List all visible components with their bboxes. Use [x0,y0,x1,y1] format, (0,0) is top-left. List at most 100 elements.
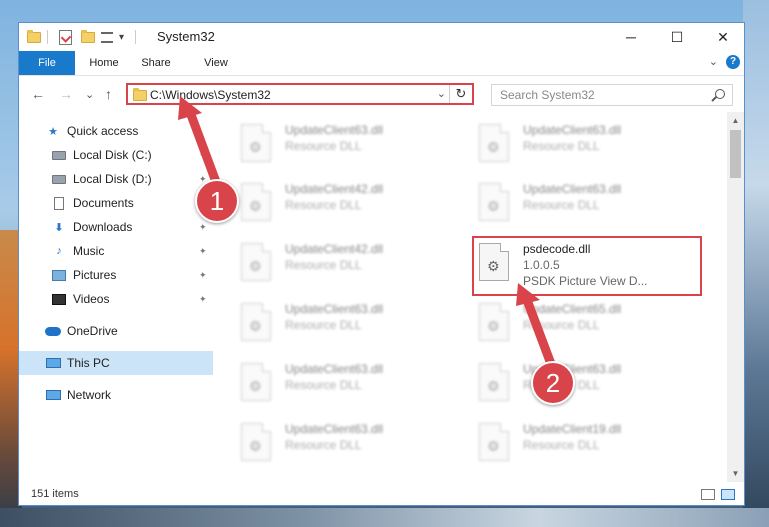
callout-2: 2 [531,361,575,405]
ribbon-expand-icon[interactable]: ⌄ [709,55,718,68]
sidebar-item-network[interactable]: Network [19,383,213,407]
recent-locations-button[interactable]: ⌄ [85,88,94,101]
search-input[interactable]: Search System32 [491,84,733,106]
scrollbar-thumb[interactable] [730,130,741,178]
sidebar-item-onedrive[interactable]: OneDrive [19,319,213,343]
navigation-pane: ★ Quick access Local Disk (C:) ✦ Local D… [19,112,213,482]
sidebar-item-downloads[interactable]: ⬇ Downloads ✦ [19,215,213,239]
music-icon: ♪ [56,245,62,257]
star-icon: ★ [48,125,58,138]
dll-file-icon: ⚙ [241,124,271,162]
file-item[interactable]: ⚙ UpdateClient63.dll Resource DLL [215,419,435,469]
sidebar-item-local-disk-d[interactable]: Local Disk (D:) ✦ [19,167,213,191]
pictures-icon [51,268,67,282]
document-icon [51,196,67,210]
sidebar-item-local-disk-c[interactable]: Local Disk (C:) ✦ [19,143,213,167]
sidebar-item-label: Downloads [73,220,133,234]
network-icon [45,388,61,402]
highlight-box [472,236,702,296]
file-name: UpdateClient63.dll [523,182,622,196]
properties-icon[interactable] [59,29,72,45]
file-item[interactable]: ⚙ UpdateClient19.dll Resource DLL [453,419,673,469]
sidebar-item-label: OneDrive [67,324,118,338]
dll-file-icon: ⚙ [241,183,271,221]
videos-icon [51,292,67,306]
tab-file[interactable]: File [19,51,75,75]
folder-icon [27,29,41,45]
file-item[interactable]: ⚙ UpdateClient63.dll Resource DLL [453,120,673,170]
file-name: UpdateClient65.dll [523,302,622,316]
sidebar-item-documents[interactable]: Documents ✦ [19,191,213,215]
tab-home[interactable]: Home [81,51,127,75]
sidebar-item-label: Videos [73,292,110,306]
minimize-button[interactable]: ─ [608,23,654,51]
file-type: Resource DLL [523,139,600,153]
tab-share[interactable]: Share [133,51,179,75]
download-icon: ⬇ [54,221,64,234]
status-bar: 151 items [19,483,744,505]
dll-file-icon: ⚙ [479,423,509,461]
up-button[interactable]: ↑ [105,86,112,102]
dll-file-icon: ⚙ [479,124,509,162]
file-item[interactable]: ⚙ UpdateClient42.dll Resource DLL [215,239,435,289]
sidebar-item-videos[interactable]: Videos ✦ [19,287,213,311]
file-type: Resource DLL [285,198,362,212]
file-item[interactable]: ⚙ UpdateClient65.dll Resource DLL [453,299,673,349]
pin-icon[interactable]: ✦ [199,150,207,161]
back-button[interactable]: ← [31,86,45,102]
details-view-icon[interactable] [701,489,715,500]
help-icon[interactable]: ? [726,55,740,69]
scroll-down-icon[interactable]: ▼ [727,465,744,482]
scroll-up-icon[interactable]: ▲ [727,112,744,129]
disk-icon [51,172,67,186]
refresh-button[interactable]: ↻ [449,85,472,103]
maximize-button[interactable]: ☐ [654,23,700,51]
large-icons-view-icon[interactable] [721,489,735,500]
sidebar-item-label: Local Disk (D:) [73,172,152,186]
forward-button[interactable]: → [59,86,73,102]
file-item[interactable]: ⚙ UpdateClient63.dll Resource DLL [453,179,673,229]
search-placeholder: Search System32 [500,88,595,102]
pin-icon[interactable]: ✦ [199,270,207,281]
customize-icon[interactable] [101,29,113,45]
vertical-scrollbar[interactable]: ▲ ▼ [727,112,744,482]
sidebar-item-pictures[interactable]: Pictures ✦ [19,263,213,287]
address-path[interactable]: C:\Windows\System32 [150,88,271,102]
file-name: UpdateClient42.dll [285,182,384,196]
file-item[interactable]: ⚙ UpdateClient63.dll Resource DLL [215,120,435,170]
qa-dropdown-icon[interactable]: ▾ [119,29,124,45]
sidebar-item-label: Documents [73,196,134,210]
file-name: UpdateClient63.dll [285,123,384,137]
sidebar-item-label: Network [67,388,112,402]
address-dropdown-icon[interactable]: ⌄ [437,87,446,100]
file-type: Resource DLL [285,318,362,332]
file-item[interactable]: ⚙ UpdateClient42.dll Resource DLL [215,179,435,229]
wallpaper-right [743,0,769,527]
new-folder-icon[interactable] [81,29,95,45]
onedrive-icon [45,324,61,338]
dll-file-icon: ⚙ [479,303,509,341]
file-name: UpdateClient63.dll [285,362,384,376]
sidebar-item-music[interactable]: ♪ Music ✦ [19,239,213,263]
dll-file-icon: ⚙ [241,303,271,341]
sidebar-item-this-pc[interactable]: This PC [19,351,213,375]
pin-icon[interactable]: ✦ [199,222,207,233]
dll-file-icon: ⚙ [479,183,509,221]
pin-icon[interactable]: ✦ [199,294,207,305]
file-type: Resource DLL [523,438,600,452]
tab-view[interactable]: View [193,51,239,75]
file-item[interactable]: ⚙ UpdateClient63.dll Resource DLL [215,299,435,349]
sidebar-item-label: Quick access [67,124,139,138]
file-list: ⚙ UpdateClient63.dll Resource DLL ⚙ Upda… [215,112,728,482]
search-icon [715,89,725,99]
sidebar-item-quick-access[interactable]: ★ Quick access [19,119,213,143]
close-button[interactable]: ✕ [700,23,744,51]
file-item[interactable]: ⚙ UpdateClient63.dll Resource DLL [215,359,435,409]
pin-icon[interactable]: ✦ [199,246,207,257]
title-bar: ▾ System32 ─ ☐ ✕ [19,23,744,51]
address-bar[interactable]: C:\Windows\System32 ⌄ ↻ [126,83,474,105]
dll-file-icon: ⚙ [241,423,271,461]
item-count: 151 items [31,488,79,500]
file-name: UpdateClient63.dll [523,123,622,137]
sidebar-item-label: Local Disk (C:) [73,148,152,162]
